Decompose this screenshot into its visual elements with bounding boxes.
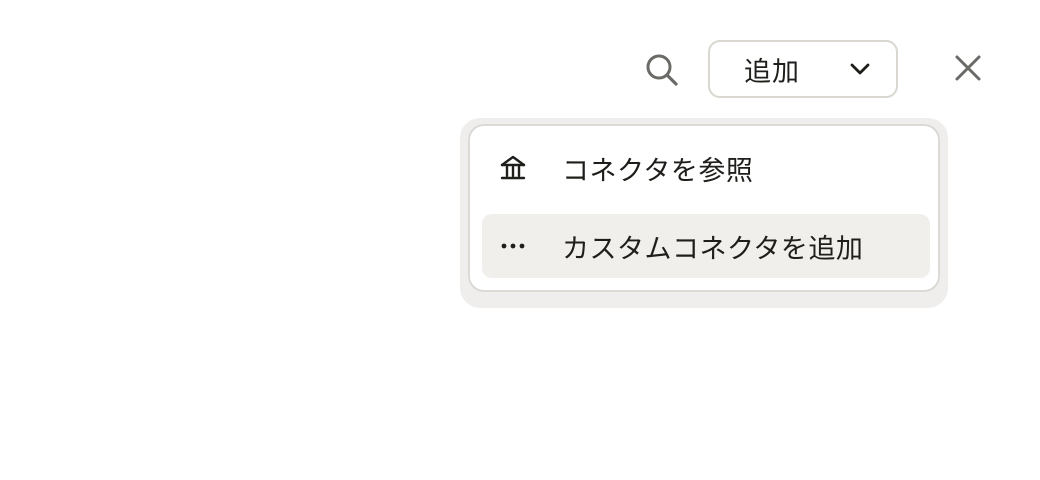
add-dropdown-menu: コネクタを参照 カスタムコネクタを追加 [468, 124, 940, 292]
search-button[interactable] [640, 50, 684, 90]
ellipsis-icon [498, 231, 528, 261]
menu-item-browse-connectors[interactable]: コネクタを参照 [482, 136, 930, 200]
add-dropdown-label: 追加 [744, 56, 800, 88]
close-icon [955, 55, 981, 81]
close-button[interactable] [946, 46, 990, 90]
menu-item-label: コネクタを参照 [562, 155, 754, 187]
institution-icon [498, 153, 528, 183]
add-dropdown-button[interactable]: 追加 [708, 40, 898, 98]
menu-item-add-custom-connector[interactable]: カスタムコネクタを追加 [482, 214, 930, 278]
menu-item-label: カスタムコネクタを追加 [562, 233, 864, 265]
chevron-down-icon [846, 55, 874, 83]
search-icon [646, 54, 678, 86]
connector-toolbar-panel: 追加 コネクタを参照 カスタムコネクタを追加 [0, 0, 1040, 480]
